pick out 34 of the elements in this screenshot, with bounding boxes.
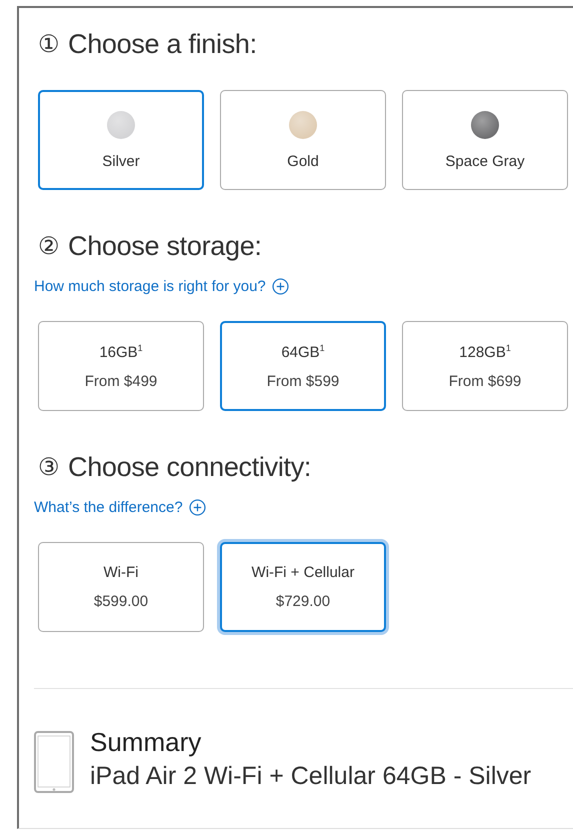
section-title: Choose storage: bbox=[68, 230, 262, 262]
section-title: Choose connectivity: bbox=[68, 452, 312, 482]
option-price: $729.00 bbox=[276, 593, 330, 610]
summary-title: Summary bbox=[90, 727, 202, 758]
option-price: $599.00 bbox=[94, 593, 148, 610]
option-card[interactable]: Gold bbox=[220, 90, 386, 190]
product-name: iPad Air 2 Wi-Fi + Cellular 64GB - Silver bbox=[90, 762, 532, 791]
option-card[interactable]: Silver bbox=[38, 90, 204, 190]
option-card[interactable]: Wi-Fi + Cellular $729.00 bbox=[220, 542, 386, 632]
option-label: Gold bbox=[287, 152, 319, 170]
step-number: ① bbox=[38, 30, 60, 58]
option-label: 128GB$^{1}$ bbox=[459, 342, 511, 360]
option-price: From $599 bbox=[266, 372, 340, 390]
option-price: From $499 bbox=[84, 372, 158, 390]
option-label: Space Gray bbox=[445, 152, 525, 170]
help-link[interactable]: What’s the difference? bbox=[34, 499, 183, 516]
option-price: From $699 bbox=[448, 372, 522, 390]
option-card[interactable]: Wi-Fi $599.00 bbox=[38, 542, 204, 632]
option-card[interactable]: 128GB$^{1}$ From $699 bbox=[402, 321, 568, 411]
tablet-icon bbox=[34, 731, 74, 793]
plus-circle-icon[interactable] bbox=[272, 278, 289, 295]
option-label: 16GB$^{1}$ bbox=[99, 342, 143, 360]
option-card[interactable]: 16GB$^{1}$ From $499 bbox=[38, 321, 204, 411]
option-label: 64GB$^{1}$ bbox=[281, 342, 325, 360]
help-link[interactable]: How much storage is right for you? bbox=[34, 278, 266, 295]
option-card[interactable]: 64GB$^{1}$ From $599 bbox=[220, 321, 386, 411]
option-label: Wi-Fi bbox=[104, 564, 138, 581]
section-title: Choose a finish: bbox=[68, 28, 257, 60]
option-card[interactable]: Space Gray bbox=[402, 90, 568, 190]
option-label: Wi-Fi + Cellular bbox=[252, 564, 354, 581]
step-number: ③ bbox=[38, 452, 60, 482]
option-label: Silver bbox=[102, 152, 140, 170]
plus-circle-icon[interactable] bbox=[188, 499, 206, 516]
step-number: ② bbox=[38, 232, 60, 260]
